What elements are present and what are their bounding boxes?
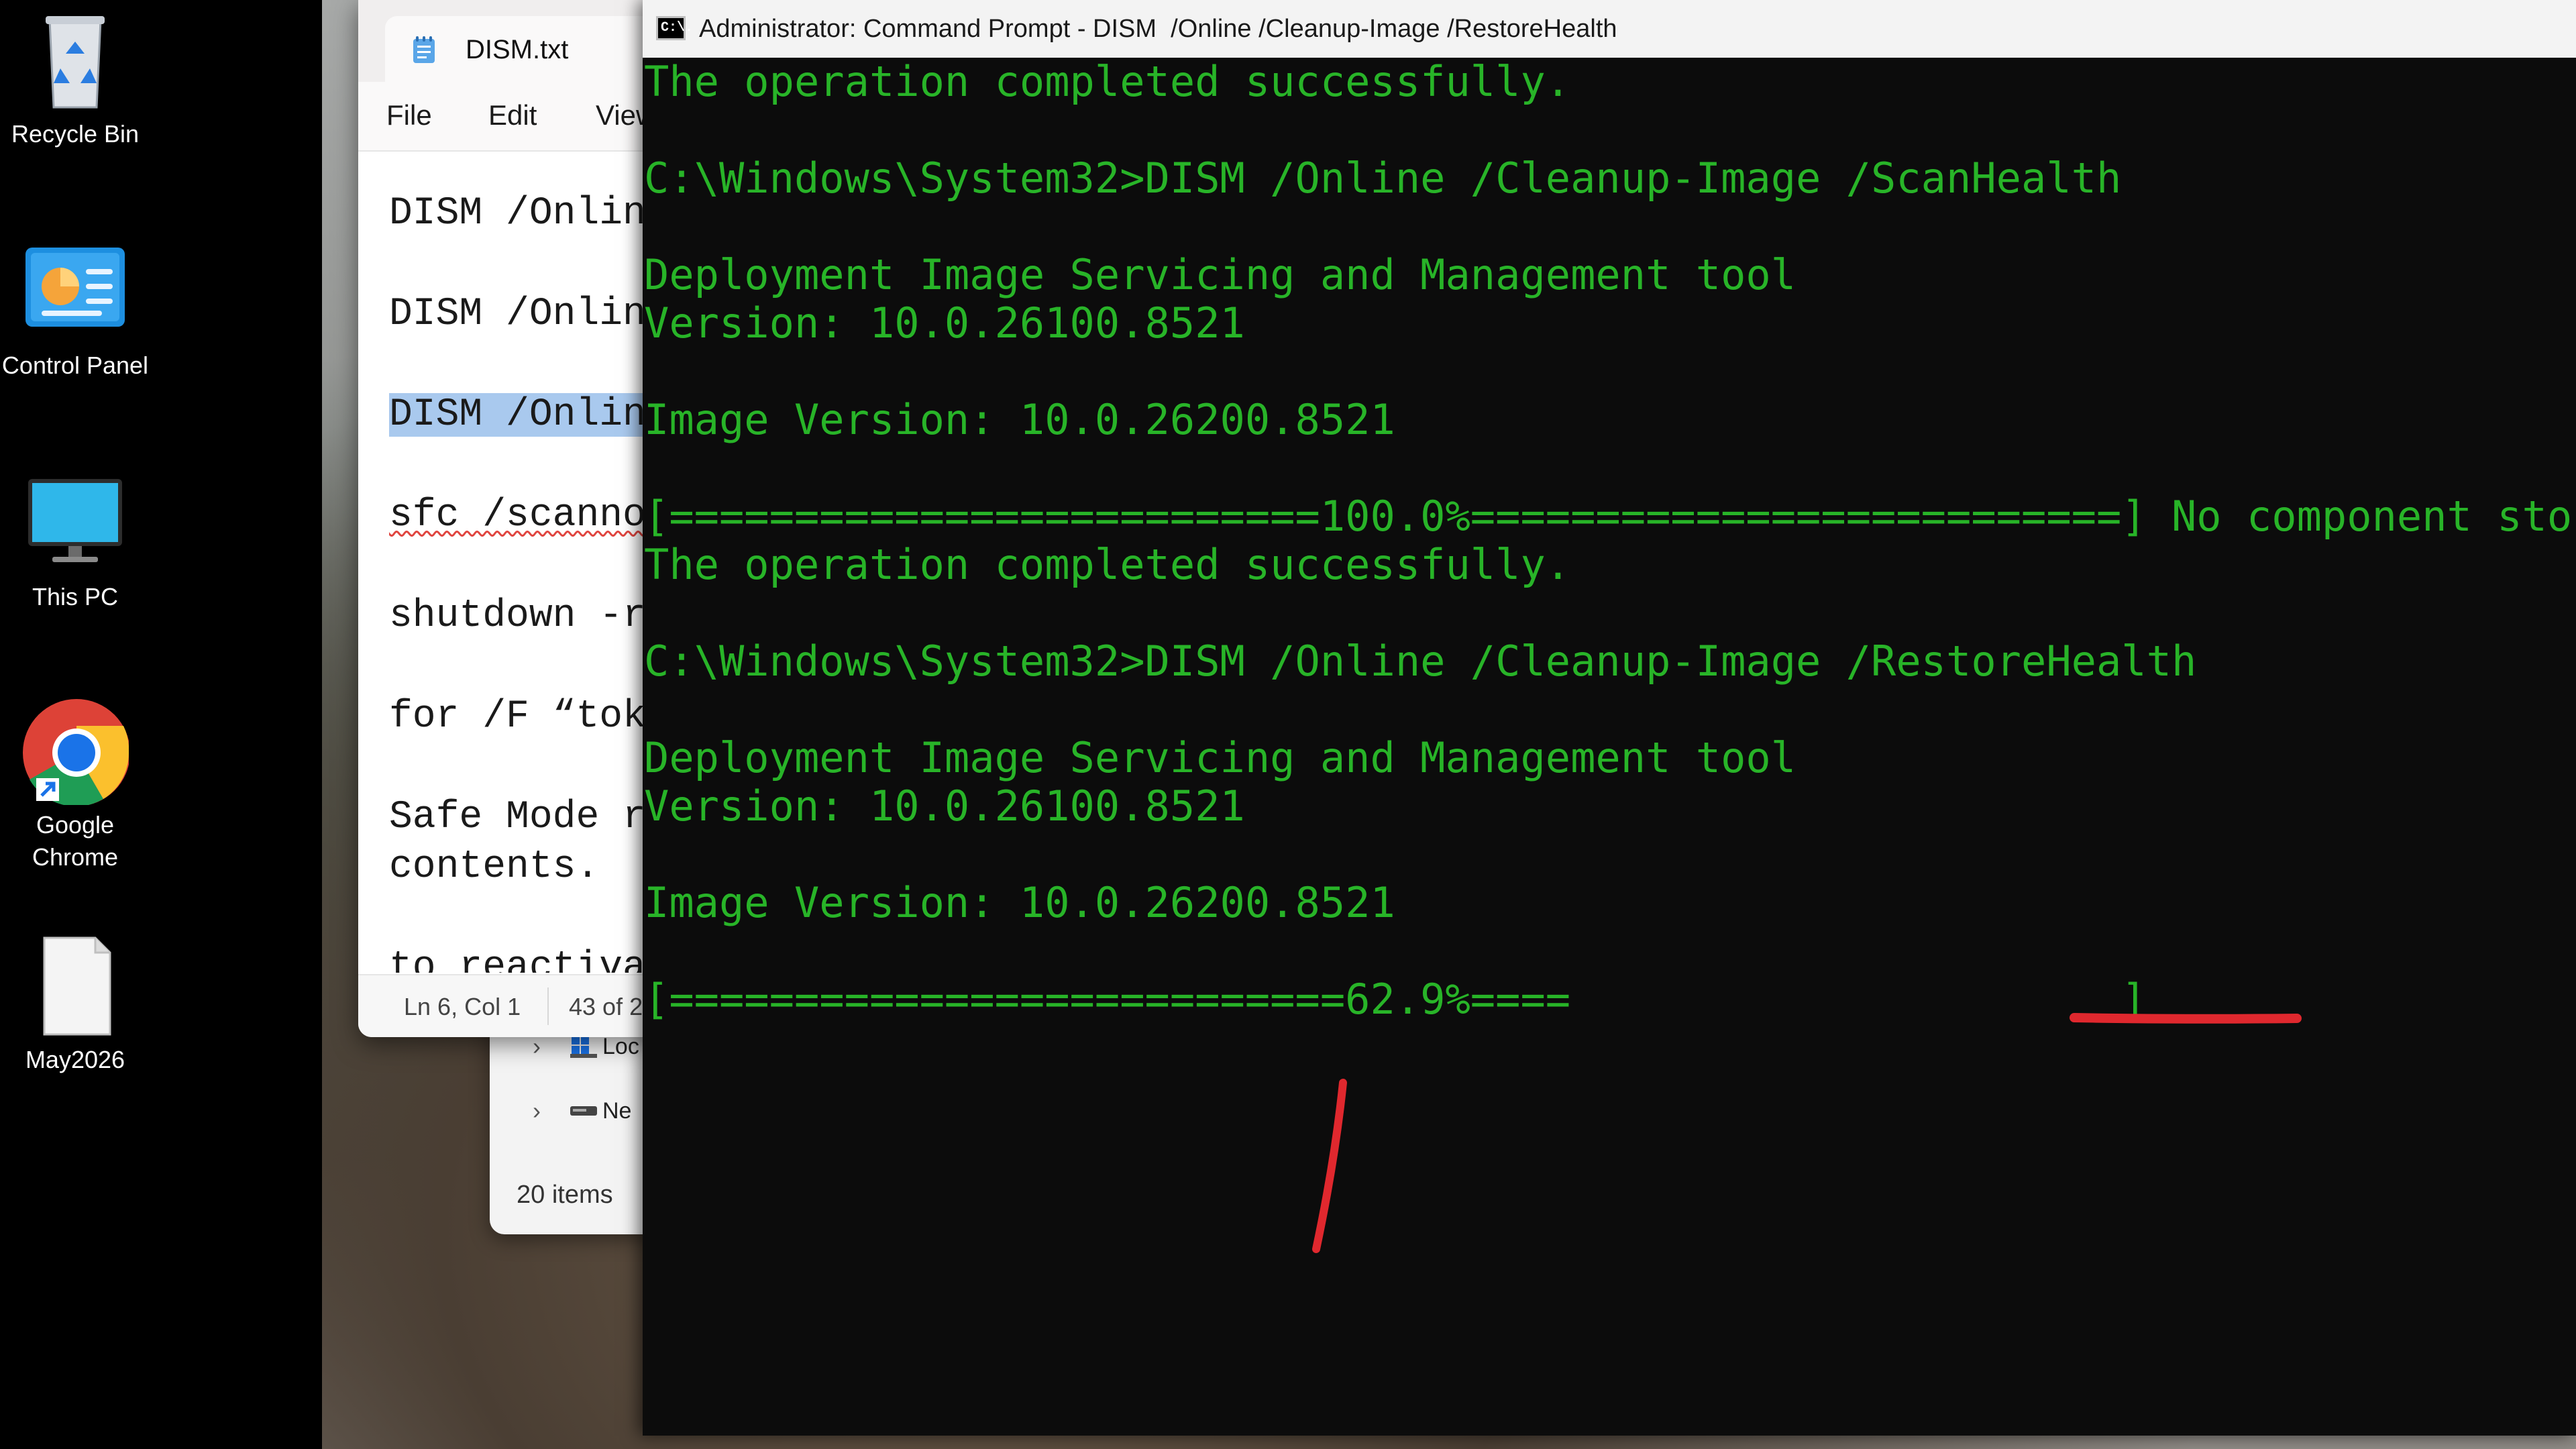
tree-item-label: Loc [602,1033,639,1059]
menu-file[interactable]: File [386,99,432,131]
console-line: The operation completed successfully. [644,540,1571,589]
tree-item[interactable]: › Ne [533,1091,631,1131]
desktop-icon-this-pc[interactable]: This PC [0,470,152,613]
chrome-icon [21,698,130,807]
desktop-icon-recycle-bin[interactable]: Recycle Bin [0,7,152,150]
notepad-tab[interactable]: DISM.txt [385,16,657,82]
text-line: Safe Mode r [389,796,646,839]
text-line: contents. [389,845,600,889]
desktop-icon-may2026[interactable]: May2026 [0,932,152,1076]
text-line: for /F “tok [389,695,646,739]
desktop-icon-google-chrome[interactable]: Google Chrome [0,698,152,873]
text-line-misspelled: sfc /scanno [389,491,646,541]
chevron-right-icon[interactable]: › [533,1097,570,1125]
text-line: DISM /Onlin [389,292,646,336]
desktop-icon-label: Recycle Bin [11,120,140,148]
notepad-window[interactable]: DISM.txt File Edit View DISM /Onlin DISM… [358,0,657,1037]
notepad-tab-title: DISM.txt [466,35,569,64]
selected-text: DISM /Onlin [389,393,646,437]
console-line: The operation completed successfully. [644,58,1571,106]
cmd-icon: C:\. [656,16,693,40]
console-line: Version: 10.0.26100.8521 [644,782,1245,830]
console-line: C:\Windows\System32>DISM /Online /Cleanu… [644,154,2122,203]
console-line: Image Version: 10.0.26200.8521 [644,395,1395,444]
console-line: [==========================100.0%=======… [644,492,2576,541]
cursor-position: Ln 6, Col 1 [404,993,521,1020]
tree-item-label: Ne [602,1097,632,1124]
command-prompt-window[interactable]: C:\. Administrator: Command Prompt - DIS… [643,0,2576,1436]
text-file-icon [21,932,129,1040]
explorer-item-count: 20 items [517,1181,613,1209]
text-line: shutdown -r [389,594,646,638]
notepad-text-area[interactable]: DISM /Onlin DISM /Onlin DISM /Onlin sfc … [358,152,657,973]
console-line: Version: 10.0.26100.8521 [644,299,1245,347]
desktop-icon-label: Control Panel [1,352,149,379]
text-line: to reactiva [389,946,646,973]
status-divider [547,987,549,1025]
console-line: Deployment Image Servicing and Managemen… [644,250,1796,299]
text-line-selected: DISM /Onlin [389,390,646,440]
control-panel-icon [21,238,129,345]
text-line: DISM /Onlin [389,192,646,235]
monitor-icon [21,470,129,577]
notepad-tab-bar: DISM.txt [358,0,657,82]
desktop-icon-label: This PC [32,583,119,610]
console-line: Deployment Image Servicing and Managemen… [644,733,1796,782]
cmd-window-title: Administrator: Command Prompt - DISM /On… [699,15,1617,43]
menu-edit[interactable]: Edit [488,99,537,131]
windows-drive-icon [570,1035,597,1058]
notepad-icon [412,35,436,64]
desktop-icon-label: May2026 [25,1046,125,1073]
cmd-console-output[interactable]: The operation completed successfully. C:… [643,58,2576,1436]
notepad-menu-bar: File Edit View [358,82,657,152]
console-line: Image Version: 10.0.26200.8521 [644,878,1395,927]
misspelled-text: sfc /scanno [389,494,646,537]
notepad-status-bar: Ln 6, Col 1 43 of 2 [358,974,657,1037]
desktop-icon-label: Google Chrome [32,811,119,871]
desktop-icon-control-panel[interactable]: Control Panel [0,238,152,382]
cmd-title-bar[interactable]: C:\. Administrator: Command Prompt - DIS… [643,0,2576,58]
recycle-bin-icon [21,7,129,114]
character-count: 43 of 2 [569,993,643,1020]
drive-icon [570,1099,597,1122]
progress-line: [===========================62.9%==== ] [644,975,2147,1024]
console-line: C:\Windows\System32>DISM /Online /Cleanu… [644,637,2197,686]
